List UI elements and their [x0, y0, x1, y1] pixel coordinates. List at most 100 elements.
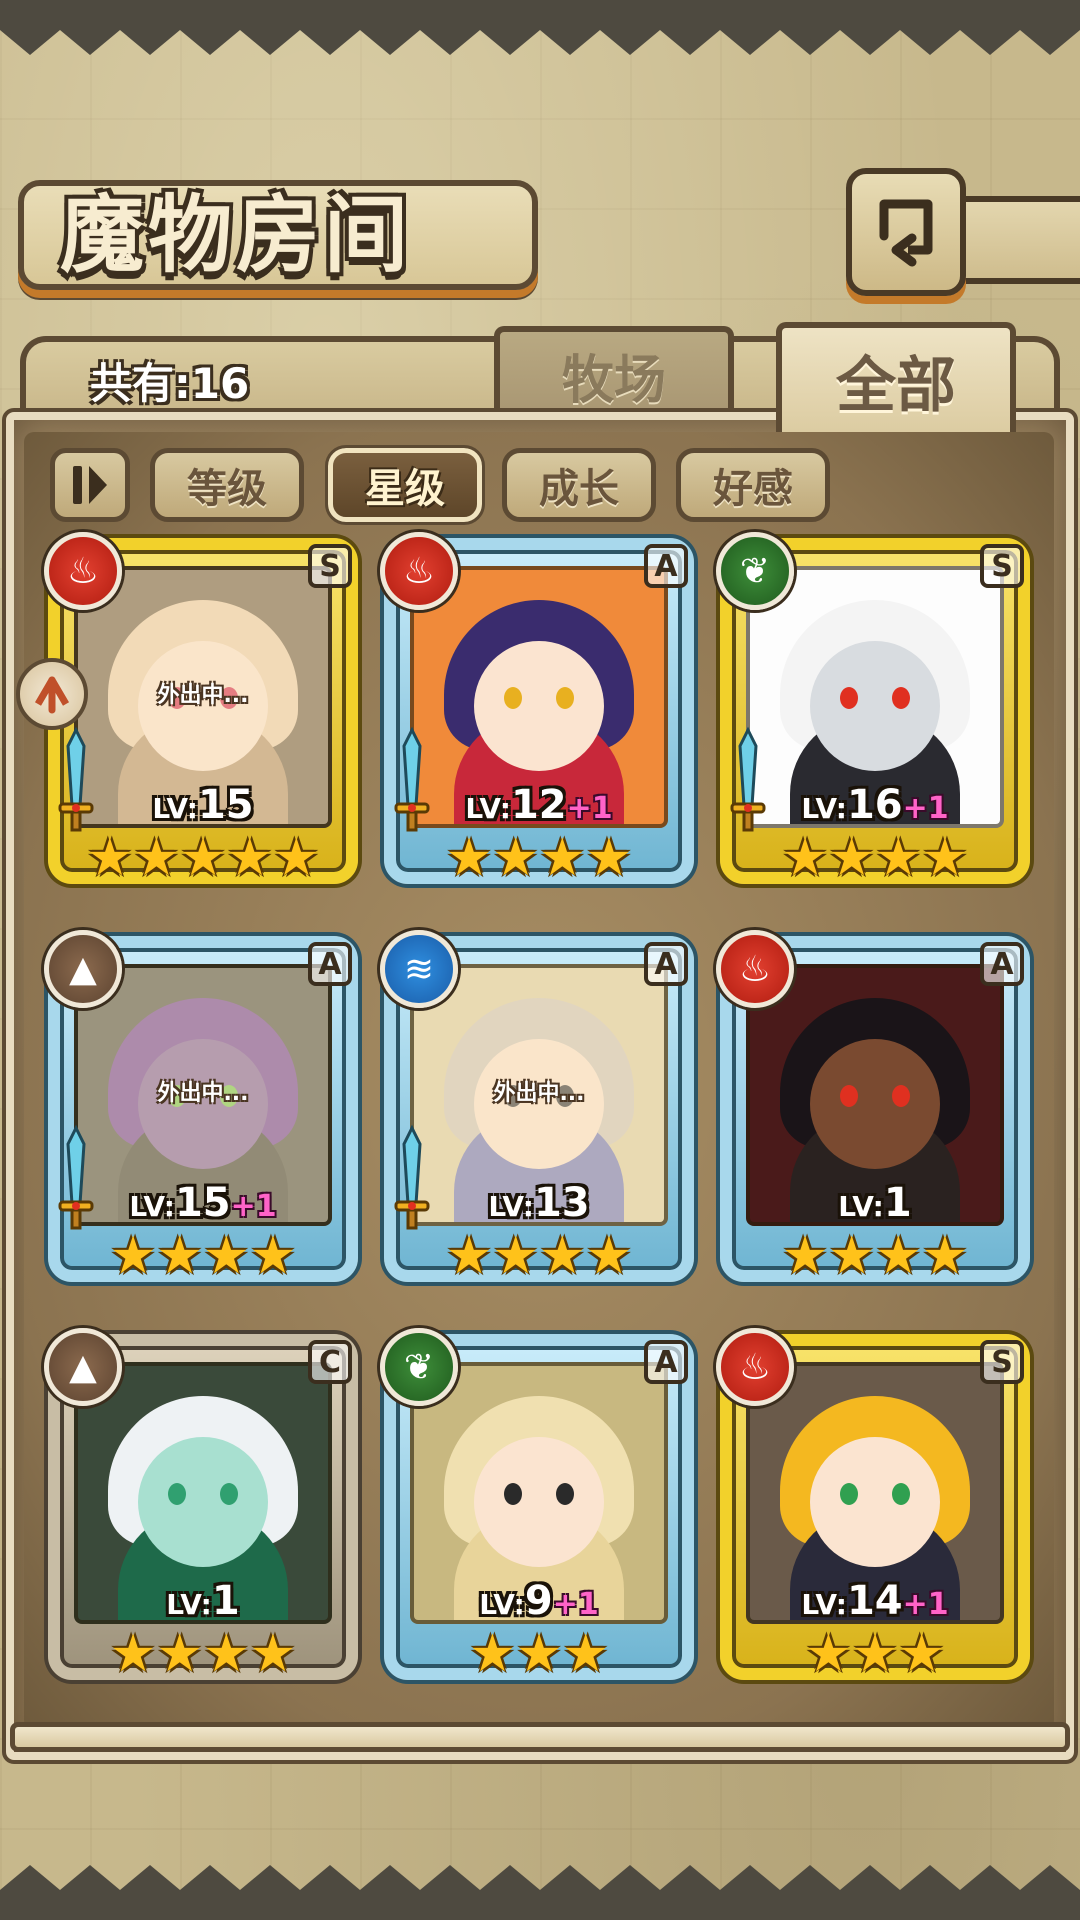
monster-card[interactable]: ♨ A LV:12+1 ★ ★ ★ ★ [380, 532, 694, 884]
rank-badge: S [980, 544, 1024, 588]
monster-card[interactable]: 外出中... ♨ S LV:15 ★ ★ ★ ★ ★ [44, 532, 358, 888]
star-icon: ★ [203, 1624, 250, 1684]
rank-badge: A [644, 942, 688, 986]
element-water-icon: ≋ [380, 930, 458, 1008]
portrait-eyes [840, 686, 910, 709]
monster-level: LV:15+1 [48, 1180, 358, 1226]
portrait-eyes [504, 1482, 574, 1505]
element-fire-icon: ♨ [380, 532, 458, 610]
star-icon: ★ [781, 1226, 829, 1286]
level-value: 15 [174, 1180, 231, 1226]
element-earth-icon: ▲ [44, 930, 122, 1008]
star-icon: ★ [249, 1226, 297, 1286]
element-wood-icon: ❦ [380, 1328, 458, 1406]
element-fire-icon: ♨ [716, 1328, 794, 1406]
portrait-eyes [168, 1482, 238, 1505]
rank-badge: A [980, 942, 1024, 986]
star-icon: ★ [875, 1226, 922, 1286]
star-icon: ★ [109, 1624, 157, 1684]
star-icon: ★ [469, 1624, 516, 1684]
element-wood-icon: ❦ [716, 532, 794, 610]
star-icon: ★ [921, 1226, 969, 1286]
page-title: 魔物房间 [60, 185, 413, 284]
level-prefix: LV: [129, 1190, 175, 1223]
star-icon: ★ [515, 1624, 563, 1684]
sort-order-toggle[interactable] [50, 448, 130, 522]
element-earth-icon: ▲ [44, 1328, 122, 1406]
star-icon: ★ [86, 828, 134, 888]
lock-mark-icon [34, 676, 70, 714]
star-icon: ★ [585, 1226, 633, 1286]
rank-badge: C [308, 1340, 352, 1384]
top-zigzag-border [0, 0, 1080, 55]
back-button[interactable] [846, 168, 966, 296]
monster-card[interactable]: 外出中... ▲ A LV:15+1 ★ ★ ★ ★ [44, 930, 358, 1286]
level-prefix: LV: [801, 792, 847, 825]
level-value: 15 [197, 782, 254, 828]
tab-ranch[interactable]: 牧场 [494, 326, 734, 418]
level-value: 1 [883, 1180, 912, 1226]
star-rating: ★ ★ ★ [384, 1624, 694, 1684]
star-icon: ★ [156, 1624, 203, 1684]
star-icon: ★ [921, 828, 969, 888]
star-icon: ★ [492, 828, 539, 888]
monster-level: LV:9+1 [384, 1578, 694, 1624]
rank-badge: A [644, 1340, 688, 1384]
level-bonus: +1 [552, 1587, 599, 1622]
monster-card[interactable]: ❦ A LV:9+1 ★ ★ ★ [380, 1328, 694, 1680]
star-icon: ★ [445, 828, 493, 888]
level-value: 13 [533, 1180, 590, 1226]
level-value: 9 [524, 1578, 553, 1624]
monster-level: LV:12+1 [384, 782, 694, 828]
star-rating: ★ ★ ★ ★ [720, 828, 1030, 888]
rank-badge: A [644, 544, 688, 588]
level-prefix: LV: [479, 1588, 525, 1621]
rank-badge: A [308, 942, 352, 986]
portrait-eyes [504, 686, 574, 709]
monster-card[interactable]: 外出中... ≋ A LV:13 ★ ★ ★ ★ [380, 930, 694, 1282]
tab-all[interactable]: 全部 [776, 322, 1016, 432]
monster-count: 共有:16 [90, 359, 250, 408]
level-prefix: LV: [488, 1190, 534, 1223]
star-icon: ★ [875, 828, 922, 888]
star-icon: ★ [539, 828, 586, 888]
star-icon: ★ [828, 828, 875, 888]
monster-card[interactable]: ▲ C LV:1 ★ ★ ★ ★ [44, 1328, 358, 1684]
level-prefix: LV: [166, 1588, 212, 1621]
portrait-eyes [840, 1482, 910, 1505]
away-status: 外出中... [157, 1080, 249, 1106]
sort-by-level-button[interactable]: 等级 [150, 448, 304, 522]
star-icon: ★ [179, 828, 227, 888]
star-rating: ★ ★ ★ ★ [384, 828, 694, 888]
level-value: 1 [211, 1578, 240, 1624]
level-prefix: LV: [801, 1588, 847, 1621]
star-icon: ★ [109, 1226, 157, 1286]
monster-card[interactable]: ♨ S LV:14+1 ★ ★ ★ [716, 1328, 1030, 1684]
sort-by-stars-button[interactable]: 星级 [325, 445, 485, 525]
lock-marker[interactable] [16, 658, 88, 730]
star-icon: ★ [781, 828, 829, 888]
rank-badge: S [308, 544, 352, 588]
sort-by-affection-button[interactable]: 好感 [676, 448, 830, 522]
return-arrow-icon [879, 199, 933, 267]
monster-level: LV:15 [48, 782, 358, 828]
sort-order-icon [73, 466, 107, 504]
sort-by-growth-button[interactable]: 成长 [502, 448, 656, 522]
monster-level: LV:13 [384, 1180, 694, 1226]
star-icon: ★ [156, 1226, 203, 1286]
monster-card[interactable]: ❦ S LV:16+1 ★ ★ ★ ★ [716, 532, 1030, 884]
star-icon: ★ [898, 1624, 945, 1684]
level-bonus: +1 [230, 1189, 277, 1224]
star-icon: ★ [445, 1226, 493, 1286]
rank-badge: S [980, 1340, 1024, 1384]
star-icon: ★ [249, 1624, 297, 1684]
monster-level: LV:1 [48, 1578, 358, 1624]
level-value: 14 [846, 1578, 903, 1624]
star-icon: ★ [203, 1226, 250, 1286]
star-rating: ★ ★ ★ ★ [384, 1226, 694, 1286]
level-value: 12 [510, 782, 567, 828]
bottom-zigzag-border [0, 1865, 1080, 1920]
star-icon: ★ [133, 828, 180, 888]
element-fire-icon: ♨ [716, 930, 794, 1008]
monster-card[interactable]: ♨ A LV:1 ★ ★ ★ ★ [716, 930, 1030, 1286]
